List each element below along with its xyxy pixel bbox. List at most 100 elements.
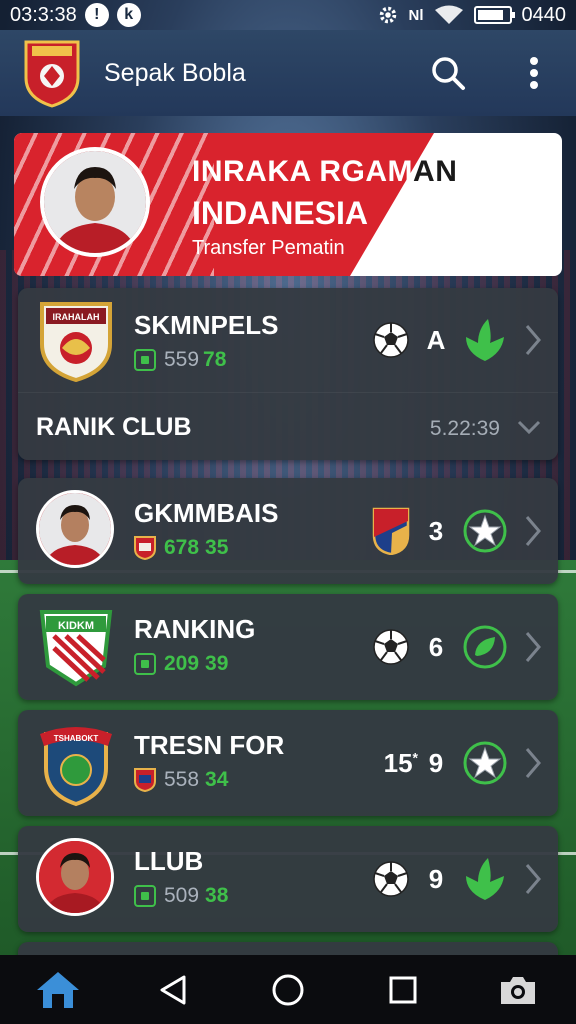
nav-back-button[interactable]: [145, 962, 201, 1018]
team-score: 6: [428, 631, 444, 662]
list-item[interactable]: LLUB 509 38 9: [18, 826, 558, 932]
leaf-icon: [466, 858, 504, 900]
chevron-right-icon[interactable]: [522, 861, 544, 897]
rank-badge-icon: [134, 885, 156, 907]
chevron-down-icon[interactable]: [516, 417, 542, 437]
club-crest-icon: [372, 507, 410, 555]
team-stats: 209 39: [134, 652, 228, 676]
banner-title-line1: INRAKA RGAMAN: [192, 155, 458, 188]
team-score: 3: [428, 515, 444, 546]
crest-label: IRAHALAH: [53, 312, 100, 322]
stat-b: 35: [205, 536, 229, 559]
back-icon: [160, 975, 186, 1004]
team-pre-score: 15*: [383, 747, 418, 778]
chevron-right-icon[interactable]: [522, 629, 544, 665]
more-menu-button[interactable]: [514, 53, 554, 93]
stat-a: 209: [164, 652, 200, 675]
team-crest-icon: KIDKM: [39, 610, 113, 687]
featured-team-card[interactable]: IRAHALAH SKMNPELS 559 78 A RANIK CLUB 5.…: [18, 288, 558, 460]
transfer-banner[interactable]: INRAKA RGAMAN INDANESIA Transfer Pematin: [14, 133, 562, 276]
crest-label: TSHABOKT: [54, 734, 99, 743]
alert-icon: !: [84, 3, 109, 27]
wifi-icon: [434, 5, 463, 24]
club-time: 5.22:39: [429, 417, 500, 440]
list-item[interactable]: KIDKM RANKING 209 39 6: [18, 594, 558, 700]
team-name: LLUB: [134, 846, 204, 876]
crest-label: KIDKM: [58, 620, 94, 632]
app-bar: Sepak Bobla: [0, 30, 576, 116]
home-circle-icon: [272, 974, 304, 1005]
search-icon: [432, 57, 465, 90]
app-logo-icon: [24, 40, 80, 108]
recents-icon: [389, 976, 417, 1003]
nav-recents-button[interactable]: [375, 962, 431, 1018]
nav-home-circle-button[interactable]: [260, 962, 316, 1018]
team-card[interactable]: LLUB 509 38 9: [18, 826, 558, 932]
team-score: A: [426, 324, 446, 355]
status-bar: 03:3:38 ! k Nl 0440: [0, 0, 576, 30]
team-card[interactable]: GKMMBAIS 678 35 3: [18, 478, 558, 584]
player-photo: [40, 147, 150, 257]
team-score: 9: [428, 863, 444, 894]
stat-b: 78: [203, 348, 227, 371]
stat-b: 34: [205, 768, 229, 791]
club-row[interactable]: RANIK CLUB 5.22:39: [18, 392, 558, 460]
player-avatar: [36, 838, 114, 916]
home-icon: [36, 971, 79, 1008]
stat-b: 39: [205, 652, 229, 675]
club-name: RANIK CLUB: [36, 413, 192, 441]
banner-subtitle: Transfer Pematin: [192, 237, 345, 259]
team-crest-icon: TSHABOKT: [40, 727, 112, 807]
stat-a: 558: [164, 768, 200, 791]
team-score: 9: [428, 747, 444, 778]
more-vert-icon: [530, 57, 538, 89]
stat-a: 559: [164, 348, 200, 371]
team-stats: 558 34: [134, 768, 228, 792]
stat-a: 509: [164, 884, 200, 907]
list-item[interactable]: TSHABOKT TRESN FOR 558 34 15* 9: [18, 710, 558, 816]
nav-home-button[interactable]: [30, 962, 86, 1018]
soccer-ball-icon: [373, 629, 409, 665]
player-portrait-icon: [39, 493, 111, 565]
star-badge-icon: [463, 741, 507, 785]
leaf-icon: [466, 319, 504, 361]
settings-icon: [379, 6, 396, 24]
team-name: TRESN FOR: [134, 730, 285, 760]
bottom-nav: [0, 955, 576, 1024]
club-crest-small-icon: [134, 768, 156, 792]
player-avatar: [36, 490, 114, 568]
team-stats: 559 78: [134, 348, 226, 372]
app-title: Sepak Bobla: [104, 58, 246, 87]
list-item[interactable]: GKMMBAIS 678 35 3: [18, 478, 558, 584]
star-badge-icon: [463, 509, 507, 553]
banner-title-line2: INDANESIA: [192, 195, 369, 231]
soccer-ball-icon: [373, 322, 409, 358]
player-portrait-icon: [39, 841, 111, 913]
team-stats: 509 38: [134, 884, 228, 908]
chevron-right-icon[interactable]: [522, 745, 544, 781]
nav-camera-button[interactable]: [490, 962, 546, 1018]
team-name: RANKING: [134, 614, 256, 644]
team-stats: 678 35: [134, 536, 228, 560]
team-name: SKMNPELS: [134, 310, 279, 340]
club-crest-small-icon: [134, 536, 156, 560]
status-clock-right: 0440: [521, 3, 567, 26]
rank-badge-icon: [134, 349, 156, 371]
team-card[interactable]: TSHABOKT TRESN FOR 558 34 15* 9: [18, 710, 558, 816]
soccer-ball-icon: [373, 861, 409, 897]
team-card[interactable]: KIDKM RANKING 209 39 6: [18, 594, 558, 700]
signal-label: Nl: [408, 6, 424, 24]
camera-icon: [501, 976, 536, 1004]
leaf-badge-icon: [463, 625, 507, 669]
player-portrait-icon: [44, 151, 146, 253]
search-button[interactable]: [428, 53, 468, 93]
chevron-right-icon[interactable]: [522, 513, 544, 549]
status-time: 03:3:38: [10, 3, 77, 26]
team-name: GKMMBAIS: [134, 498, 279, 528]
chevron-right-icon[interactable]: [522, 322, 544, 358]
stat-b: 38: [205, 884, 229, 907]
stat-a: 678: [164, 536, 200, 559]
app-notification-icon: k: [116, 3, 141, 27]
team-crest-icon: IRAHALAH: [40, 302, 112, 382]
list-item[interactable]: IRAHALAH SKMNPELS 559 78 A: [18, 288, 558, 392]
